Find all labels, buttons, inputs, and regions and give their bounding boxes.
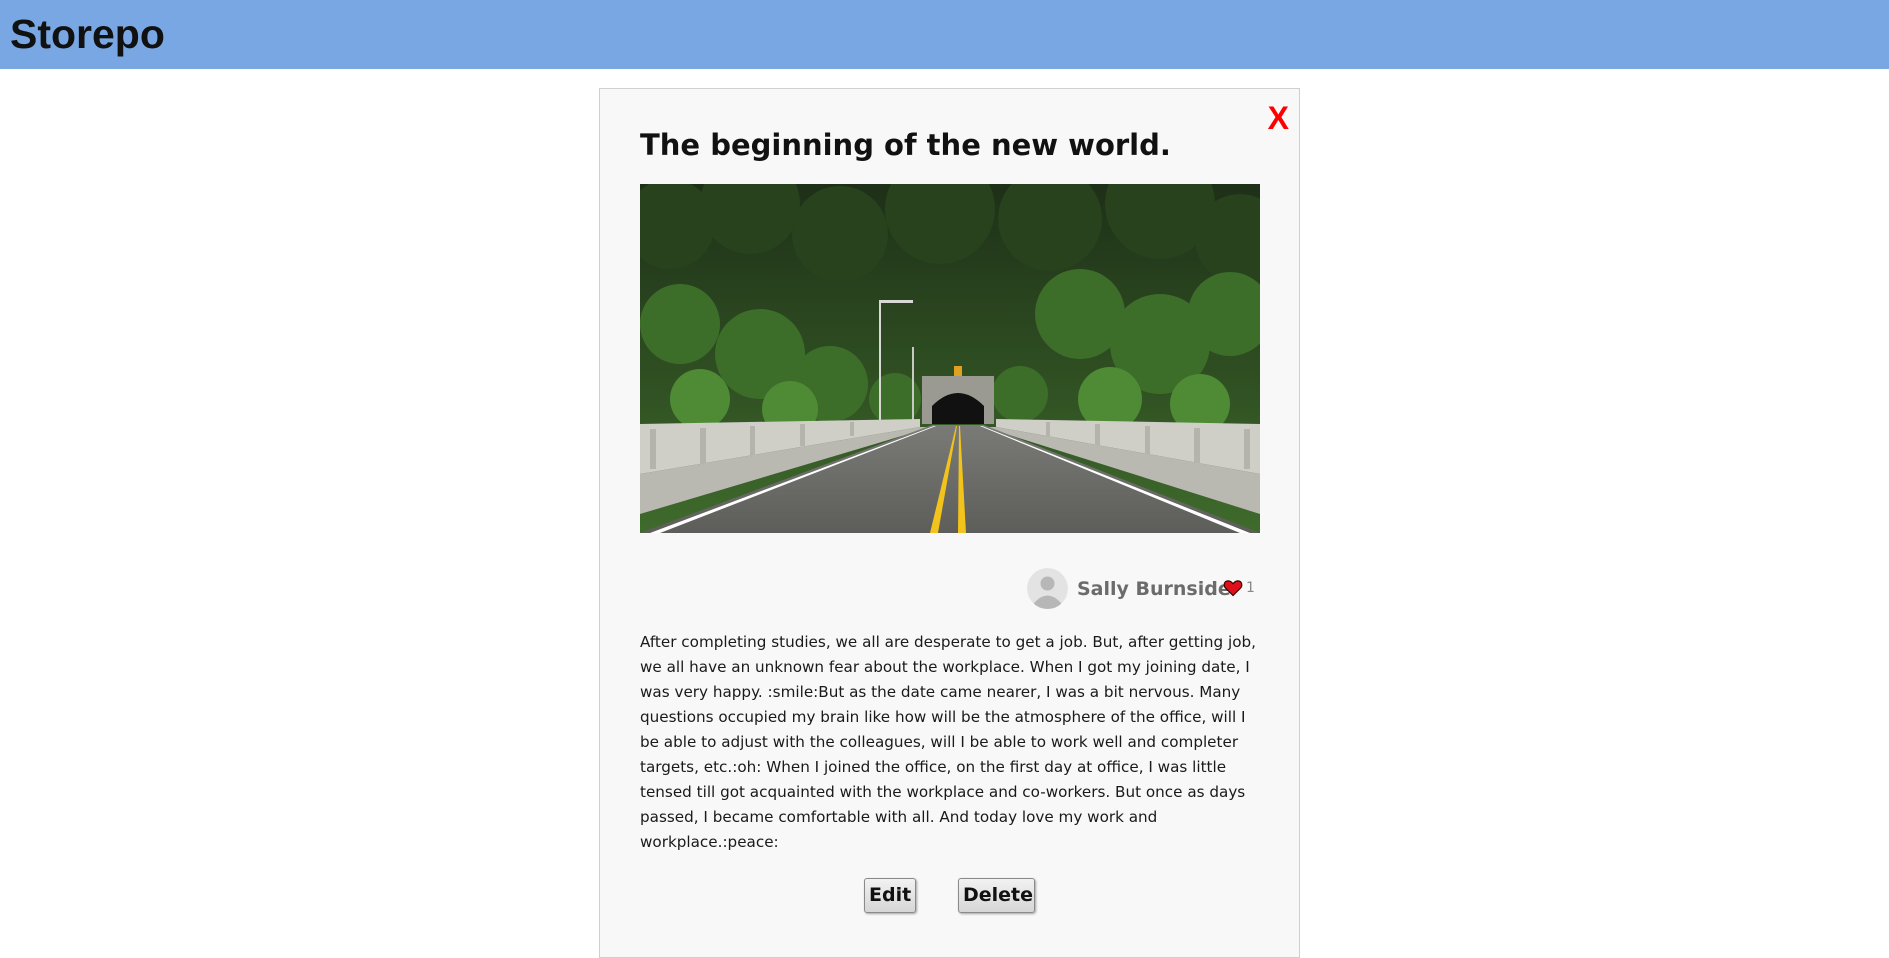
author-row: Sally Burnside 1 (640, 568, 1260, 610)
story-title: The beginning of the new world. (640, 128, 1171, 162)
default-user-avatar-icon[interactable] (1027, 568, 1068, 609)
close-button[interactable]: X (1268, 101, 1289, 135)
story-body-text: After completing studies, we all are des… (640, 633, 1256, 851)
top-navigation-bar: Storepo (0, 0, 1889, 69)
delete-button[interactable]: Delete (958, 878, 1035, 913)
edit-button[interactable]: Edit (864, 878, 916, 913)
story-image (640, 184, 1260, 533)
author-name[interactable]: Sally Burnside (1077, 576, 1231, 602)
story-card: X The beginning of the new world. Sally … (599, 88, 1300, 958)
like-count: 1 (1246, 580, 1255, 596)
heart-icon[interactable] (1223, 578, 1243, 598)
brand-logo-text[interactable]: Storepo (10, 10, 165, 58)
